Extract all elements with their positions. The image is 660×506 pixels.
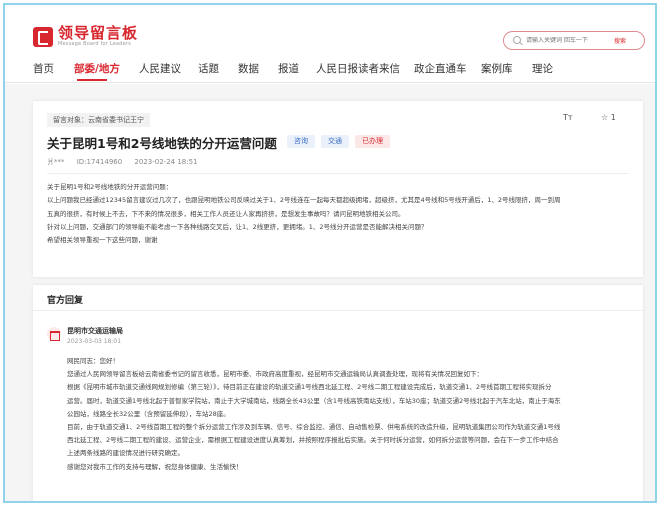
status-badge: 已办理 (355, 135, 390, 148)
badge-consult: 咨询 (287, 135, 315, 148)
reply-paragraph: 网民同志：您好！ (67, 357, 119, 365)
site-header: 领导留言板 Message Board for Leaders 搜索 首页 部委… (5, 5, 655, 83)
message-paragraph: 希望相关领导重视一下这些问题，谢谢 (47, 236, 158, 245)
star-icon: ☆ (601, 113, 609, 122)
message-time: 2023-02-24 18:51 (134, 158, 198, 166)
page-frame: 领导留言板 Message Board for Leaders 搜索 首页 部委… (3, 3, 657, 503)
star-count: 1 (610, 113, 616, 122)
message-paragraph: 针对以上问题，交通部门的领导能不能考虑一下各种线路交叉后，让1、2线更挤，更拥堵… (47, 222, 428, 231)
nav-home[interactable]: 首页 (33, 61, 54, 76)
message-body: 关于昆明1号和2号线地铁的分开运营问题： 以上问题我已经通过12345留言建议过… (47, 181, 637, 247)
reply-heading: 官方回复 (47, 296, 84, 306)
message-id: ID:17414960 (76, 158, 123, 166)
reply-org-name: 昆明市交通运输局 (67, 327, 123, 335)
nav-active-indicator (77, 79, 107, 81)
nav-case-library[interactable]: 案例库 (481, 61, 513, 76)
logo-icon (33, 26, 53, 47)
reply-paragraph: 上述两条线路的建设情况进行研究确定。 (67, 449, 184, 458)
reply-paragraph: 运营。届时，轨道交通1号线北起于普智家学院站，南止于大学城南站，线路全长43公里… (67, 396, 561, 405)
star-button[interactable]: ☆ 1 (601, 113, 616, 122)
reply-paragraph: 西北延工程、2号线二期工程的建设、运营企业，需根据工程建设进度认真筹划，并按照程… (67, 436, 559, 445)
divider (47, 173, 629, 174)
message-paragraph: 以上问题我已经通过12345留言建议过几次了，也跟昆明地铁公司反映过关于1、2号… (47, 196, 561, 205)
search-button[interactable]: 搜索 (614, 36, 626, 45)
main-nav: 首页 部委/地方 人民建议 话题 数据 报道 人民日报读者来信 政企直通车 案例… (5, 57, 655, 83)
message-badges: 咨询 交通 已办理 (287, 135, 390, 148)
reply-paragraph: 公园站，线路全长32公里（含预留延伸段），车站28座。 (67, 409, 230, 418)
site-logo[interactable]: 领导留言板 Message Board for Leaders (33, 25, 138, 48)
nav-ministries-local[interactable]: 部委/地方 (74, 61, 120, 76)
badge-transport: 交通 (321, 135, 349, 148)
search-box: 搜索 (503, 31, 645, 50)
font-size-icon[interactable]: Tт (563, 113, 573, 122)
message-paragraph: 关于昆明1号和2号线地铁的分开运营问题： (47, 183, 173, 191)
reply-paragraph: 目前，由于轨道交通1、2号线首期工程的整个拆分运营工作涉及到车辆、信号、综合监控… (67, 423, 561, 432)
message-card: 留言对象：云南省委书记王宁 Tт ☆ 1 关于昆明1号和2号线地铁的分开运营问题… (33, 101, 643, 277)
nav-enterprise-channel[interactable]: 政企直通车 (414, 61, 467, 76)
nav-readers-letters[interactable]: 人民日报读者来信 (316, 61, 400, 76)
nav-reports[interactable]: 报道 (278, 61, 299, 76)
nav-public-suggestions[interactable]: 人民建议 (139, 61, 181, 76)
reply-date: 2023-03-03 18:01 (67, 338, 122, 345)
reply-paragraph: 感谢您对我市工作的支持与理解，祝您身体健康、生活愉快！ (67, 462, 243, 471)
message-paragraph: 五真的很挤，有时候上不去，下不来的情况很多，相关工作人员还让人家再挤挤，是想发生… (47, 209, 405, 218)
logo-title: 领导留言板 (58, 24, 139, 42)
official-reply-card: 官方回复 昆明市交通运输局 2023-03-03 18:01 网民同志：您好！ … (33, 285, 643, 501)
nav-topics[interactable]: 话题 (198, 61, 219, 76)
org-avatar (47, 327, 61, 341)
message-author: 爿*** (47, 158, 65, 166)
reply-paragraph: 根据《昆明市城市轨道交通线网规划修编（第三轮）》，待目前正在建设的轨道交通1号线… (67, 383, 552, 392)
search-icon (510, 33, 526, 49)
nav-theory[interactable]: 理论 (532, 61, 553, 76)
nav-data[interactable]: 数据 (238, 61, 259, 76)
message-meta: 爿*** ID:17414960 2023-02-24 18:51 (47, 157, 208, 167)
reply-body: 网民同志：您好！ 您通过人民网领导留言板给云南省委书记的留言收悉，昆明市委、市政… (67, 355, 637, 474)
reply-paragraph: 您通过人民网领导留言板给云南省委书记的留言收悉，昆明市委、市政府高度重视，经昆明… (67, 370, 483, 379)
divider (33, 310, 643, 311)
message-title: 关于昆明1号和2号线地铁的分开运营问题 (47, 136, 277, 151)
logo-text: 领导留言板 Message Board for Leaders (58, 25, 138, 48)
message-target-tag[interactable]: 留言对象：云南省委书记王宁 (47, 113, 150, 127)
search-input[interactable] (526, 37, 610, 44)
logo-subtitle: Message Board for Leaders (58, 41, 132, 47)
